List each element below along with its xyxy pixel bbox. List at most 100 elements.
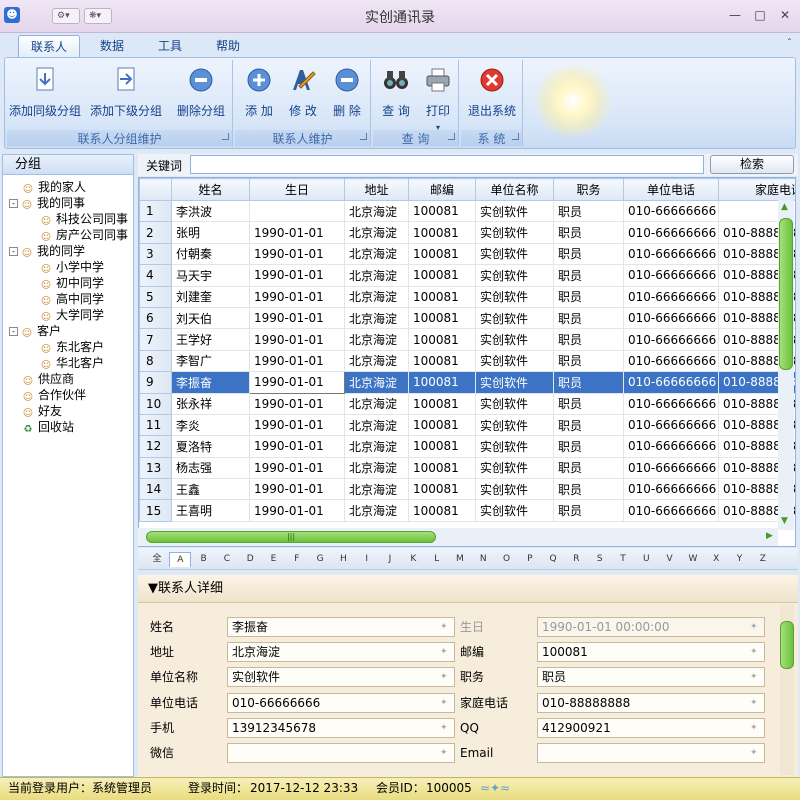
exit-system-button[interactable]: 退出系统 [463, 64, 521, 126]
table-cell[interactable]: 100081 [408, 221, 476, 244]
table-cell[interactable]: 张明 [171, 221, 250, 244]
table-row[interactable]: 13 杨志强 1990-01-01 北京海淀 100081 实创软件 职员 010-66666… [139, 456, 795, 480]
alphabet-filter-r[interactable]: R [565, 552, 587, 567]
table-cell[interactable]: 实创软件 [475, 456, 554, 480]
table-cell[interactable]: 实创软件 [475, 349, 554, 373]
table-cell[interactable]: 实创软件 [475, 435, 554, 458]
detail-field-input[interactable]: 010-88888888 ✦ [537, 692, 765, 713]
table-cell[interactable]: 职员 [553, 199, 624, 223]
grid-horizontal-scroll-thumb[interactable]: ||| [146, 531, 436, 543]
dialog-launcher-icon[interactable] [448, 133, 455, 140]
table-cell[interactable]: 1990-01-01 [249, 349, 345, 373]
column-header[interactable]: 职务 [553, 178, 624, 201]
row-number[interactable]: 10 [139, 392, 172, 415]
table-cell[interactable]: 职员 [553, 306, 624, 330]
alphabet-filter-c[interactable]: C [216, 552, 238, 567]
tree-node[interactable]: ☺ 房产公司同事 [9, 227, 133, 243]
table-cell[interactable]: 李洪波 [171, 199, 250, 223]
tree-node[interactable]: ☺ 合作伙伴 [9, 387, 133, 403]
alphabet-filter-o[interactable]: O [496, 552, 518, 567]
detail-field-input[interactable]: 13912345678 ✦ [227, 717, 455, 738]
detail-field-input[interactable]: 李振奋 ✦ [227, 617, 455, 637]
table-cell[interactable]: 1990-01-01 [249, 242, 345, 266]
alphabet-filter-w[interactable]: W [682, 552, 704, 567]
row-number[interactable]: 11 [139, 413, 172, 437]
tree-expander-icon[interactable]: - [9, 327, 18, 336]
table-cell[interactable]: 010-66666666 [623, 349, 719, 373]
tree-node[interactable]: - ☺ 我的同事 [9, 195, 133, 211]
table-cell[interactable]: 100081 [408, 199, 476, 223]
table-cell[interactable]: 010-66666666 [623, 413, 719, 437]
table-cell[interactable]: 北京海淀 [344, 478, 409, 501]
table-cell[interactable]: 王鑫 [171, 478, 250, 501]
table-cell[interactable]: 1990-01-01 [249, 221, 345, 244]
table-cell[interactable]: 100081 [408, 264, 476, 287]
table-cell[interactable]: 职员 [553, 456, 624, 480]
table-cell[interactable]: 刘建奎 [171, 285, 250, 308]
alphabet-filter-j[interactable]: J [379, 552, 401, 567]
maximize-icon[interactable]: □ [750, 6, 770, 24]
keyword-input[interactable] [190, 155, 704, 174]
print-button[interactable]: 打印 ▾ [419, 64, 457, 132]
tree-node[interactable]: ☺ 好友 [9, 403, 133, 419]
table-cell[interactable]: 1990-01-01 [249, 328, 345, 351]
row-number[interactable]: 13 [139, 456, 172, 480]
table-cell[interactable]: 李振奋 [171, 371, 250, 394]
add-sibling-group-button[interactable]: 添加同级分组 [9, 64, 81, 126]
scroll-down-icon[interactable]: ▼ [781, 516, 788, 526]
table-row[interactable]: 9 李振奋 1990-01-01 北京海淀 100081 实创软件 职员 010-666666… [139, 371, 795, 394]
row-number[interactable]: 12 [139, 435, 172, 458]
row-number[interactable]: 14 [139, 478, 172, 501]
table-row[interactable]: 10 张永祥 1990-01-01 北京海淀 100081 实创软件 职员 010-66666… [139, 392, 795, 415]
table-cell[interactable]: 实创软件 [475, 264, 554, 287]
table-cell[interactable]: 王喜明 [171, 499, 250, 522]
alphabet-filter-z[interactable]: Z [752, 552, 774, 567]
table-cell[interactable]: 夏洛特 [171, 435, 250, 458]
detail-field-input[interactable]: 412900921 ✦ [537, 717, 765, 738]
table-row[interactable]: 11 李炎 1990-01-01 北京海淀 100081 实创软件 职员 010-666666… [139, 413, 795, 437]
table-cell[interactable]: 刘天伯 [171, 306, 250, 330]
alphabet-filter-x[interactable]: X [705, 552, 727, 567]
table-cell[interactable]: 实创软件 [475, 499, 554, 522]
tree-node[interactable]: ☺ 高中同学 [9, 291, 133, 307]
tree-node[interactable]: ☺ 我的家人 [9, 179, 133, 195]
tree-node[interactable]: ☺ 东北客户 [9, 339, 133, 355]
table-cell[interactable]: 010-66666666 [623, 478, 719, 501]
alphabet-filter-i[interactable]: I [356, 552, 378, 567]
table-cell[interactable]: 1990-01-01 [249, 285, 345, 308]
table-row[interactable]: 2 张明 1990-01-01 北京海淀 100081 实创软件 职员 010-6666666… [139, 221, 795, 244]
table-cell[interactable]: 1990-01-01 [249, 499, 345, 522]
table-cell[interactable]: 010-66666666 [623, 199, 719, 223]
alphabet-filter-a[interactable]: A [169, 552, 192, 567]
table-cell[interactable]: 100081 [408, 285, 476, 308]
table-cell[interactable]: 010-66666666 [623, 264, 719, 287]
table-cell[interactable]: 实创软件 [475, 306, 554, 330]
alphabet-filter-h[interactable]: H [332, 552, 354, 567]
table-cell[interactable]: 李智广 [171, 349, 250, 373]
column-header[interactable]: 邮编 [408, 178, 476, 201]
tree-node[interactable]: ♻ 回收站 [9, 419, 133, 435]
add-child-group-button[interactable]: 添加下级分组 [87, 64, 165, 126]
table-row[interactable]: 7 王学好 1990-01-01 北京海淀 100081 实创软件 职员 010-666666… [139, 328, 795, 351]
dialog-launcher-icon[interactable] [222, 133, 229, 140]
table-cell[interactable]: 职员 [553, 221, 624, 244]
alphabet-filter-g[interactable]: G [309, 552, 331, 567]
delete-contact-button[interactable]: 删 除 [327, 64, 367, 126]
alphabet-filter-u[interactable]: U [635, 552, 657, 567]
table-cell[interactable]: 职员 [553, 478, 624, 501]
column-header[interactable]: 姓名 [171, 178, 250, 201]
column-header[interactable]: 单位名称 [475, 178, 554, 201]
table-cell[interactable] [249, 199, 345, 223]
tree-node[interactable]: ☺ 科技公司同事 [9, 211, 133, 227]
row-number[interactable]: 3 [139, 242, 172, 266]
detail-field-input[interactable]: ✦ [227, 743, 455, 763]
detail-field-input[interactable]: 北京海淀 ✦ [227, 642, 455, 663]
table-cell[interactable]: 北京海淀 [344, 285, 409, 308]
row-number[interactable]: 9 [139, 371, 172, 394]
alphabet-filter-y[interactable]: Y [729, 552, 751, 567]
table-cell[interactable]: 1990-01-01 [249, 392, 345, 415]
table-cell[interactable]: 实创软件 [475, 199, 554, 223]
detail-field-input[interactable]: 1990-01-01 00:00:00 ✦ [537, 617, 765, 637]
alphabet-filter-f[interactable]: F [286, 552, 308, 567]
table-cell[interactable]: 1990-01-01 [249, 306, 345, 330]
